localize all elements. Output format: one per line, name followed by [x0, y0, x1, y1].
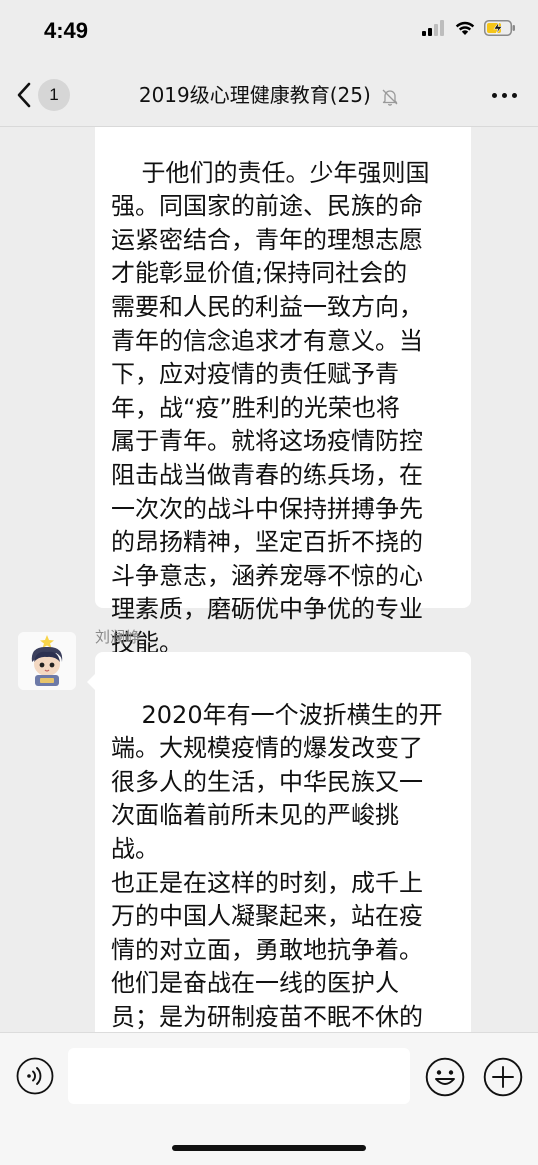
wifi-icon: [455, 21, 475, 35]
status-bar: 4:49: [0, 0, 538, 64]
message-input[interactable]: [68, 1048, 410, 1104]
message-bubble[interactable]: 2020年有一个波折横生的开 端。大规模疫情的爆发改变了 很多人的生活，中华民族…: [87, 652, 471, 1032]
input-bar: [0, 1032, 538, 1165]
signal-icon: [422, 20, 444, 36]
avatar-cartoon-icon: [18, 632, 76, 690]
plus-circle-icon: [483, 1057, 523, 1097]
message-text: 2020年有一个波折横生的开 端。大规模疫情的爆发改变了 很多人的生活，中华民族…: [111, 700, 443, 1031]
emoji-button[interactable]: [425, 1057, 465, 1101]
bell-off-icon: [382, 89, 398, 106]
message-text: 于他们的责任。少年强则国 强。同国家的前途、民族的命 运紧密结合，青年的理想志愿…: [111, 158, 430, 657]
ellipsis-dot: [501, 92, 507, 98]
ellipsis-dot: [511, 92, 517, 98]
more-button[interactable]: [486, 84, 522, 106]
chat-title-area: 2019级心理健康教育(25): [96, 80, 442, 110]
ellipsis-icon: [491, 92, 497, 98]
message-bubble[interactable]: 于他们的责任。少年强则国 强。同国家的前途、民族的命 运紧密结合，青年的理想志愿…: [95, 127, 471, 657]
sender-name: 刘澜峥: [95, 628, 141, 646]
home-indicator: [172, 1145, 366, 1151]
chevron-left-icon: [17, 82, 31, 108]
chat-title: 2019级心理健康教育(25): [138, 83, 371, 107]
status-time: 4:49: [44, 18, 89, 43]
avatar[interactable]: [18, 632, 76, 690]
chat-header: 1 2019级心理健康教育(25): [0, 64, 538, 127]
voice-button[interactable]: [16, 1057, 54, 1099]
back-button[interactable]: 1: [16, 76, 70, 114]
chat-message-list[interactable]: 于他们的责任。少年强则国 强。同国家的前途、民族的命 运紧密结合，青年的理想志愿…: [0, 127, 538, 1032]
status-icons: [422, 20, 516, 36]
unread-count-badge: 1: [38, 79, 70, 111]
more-functions-button[interactable]: [483, 1057, 523, 1101]
battery-charging-icon: [484, 20, 515, 36]
smiley-icon: [425, 1057, 465, 1097]
voice-icon: [16, 1057, 54, 1095]
